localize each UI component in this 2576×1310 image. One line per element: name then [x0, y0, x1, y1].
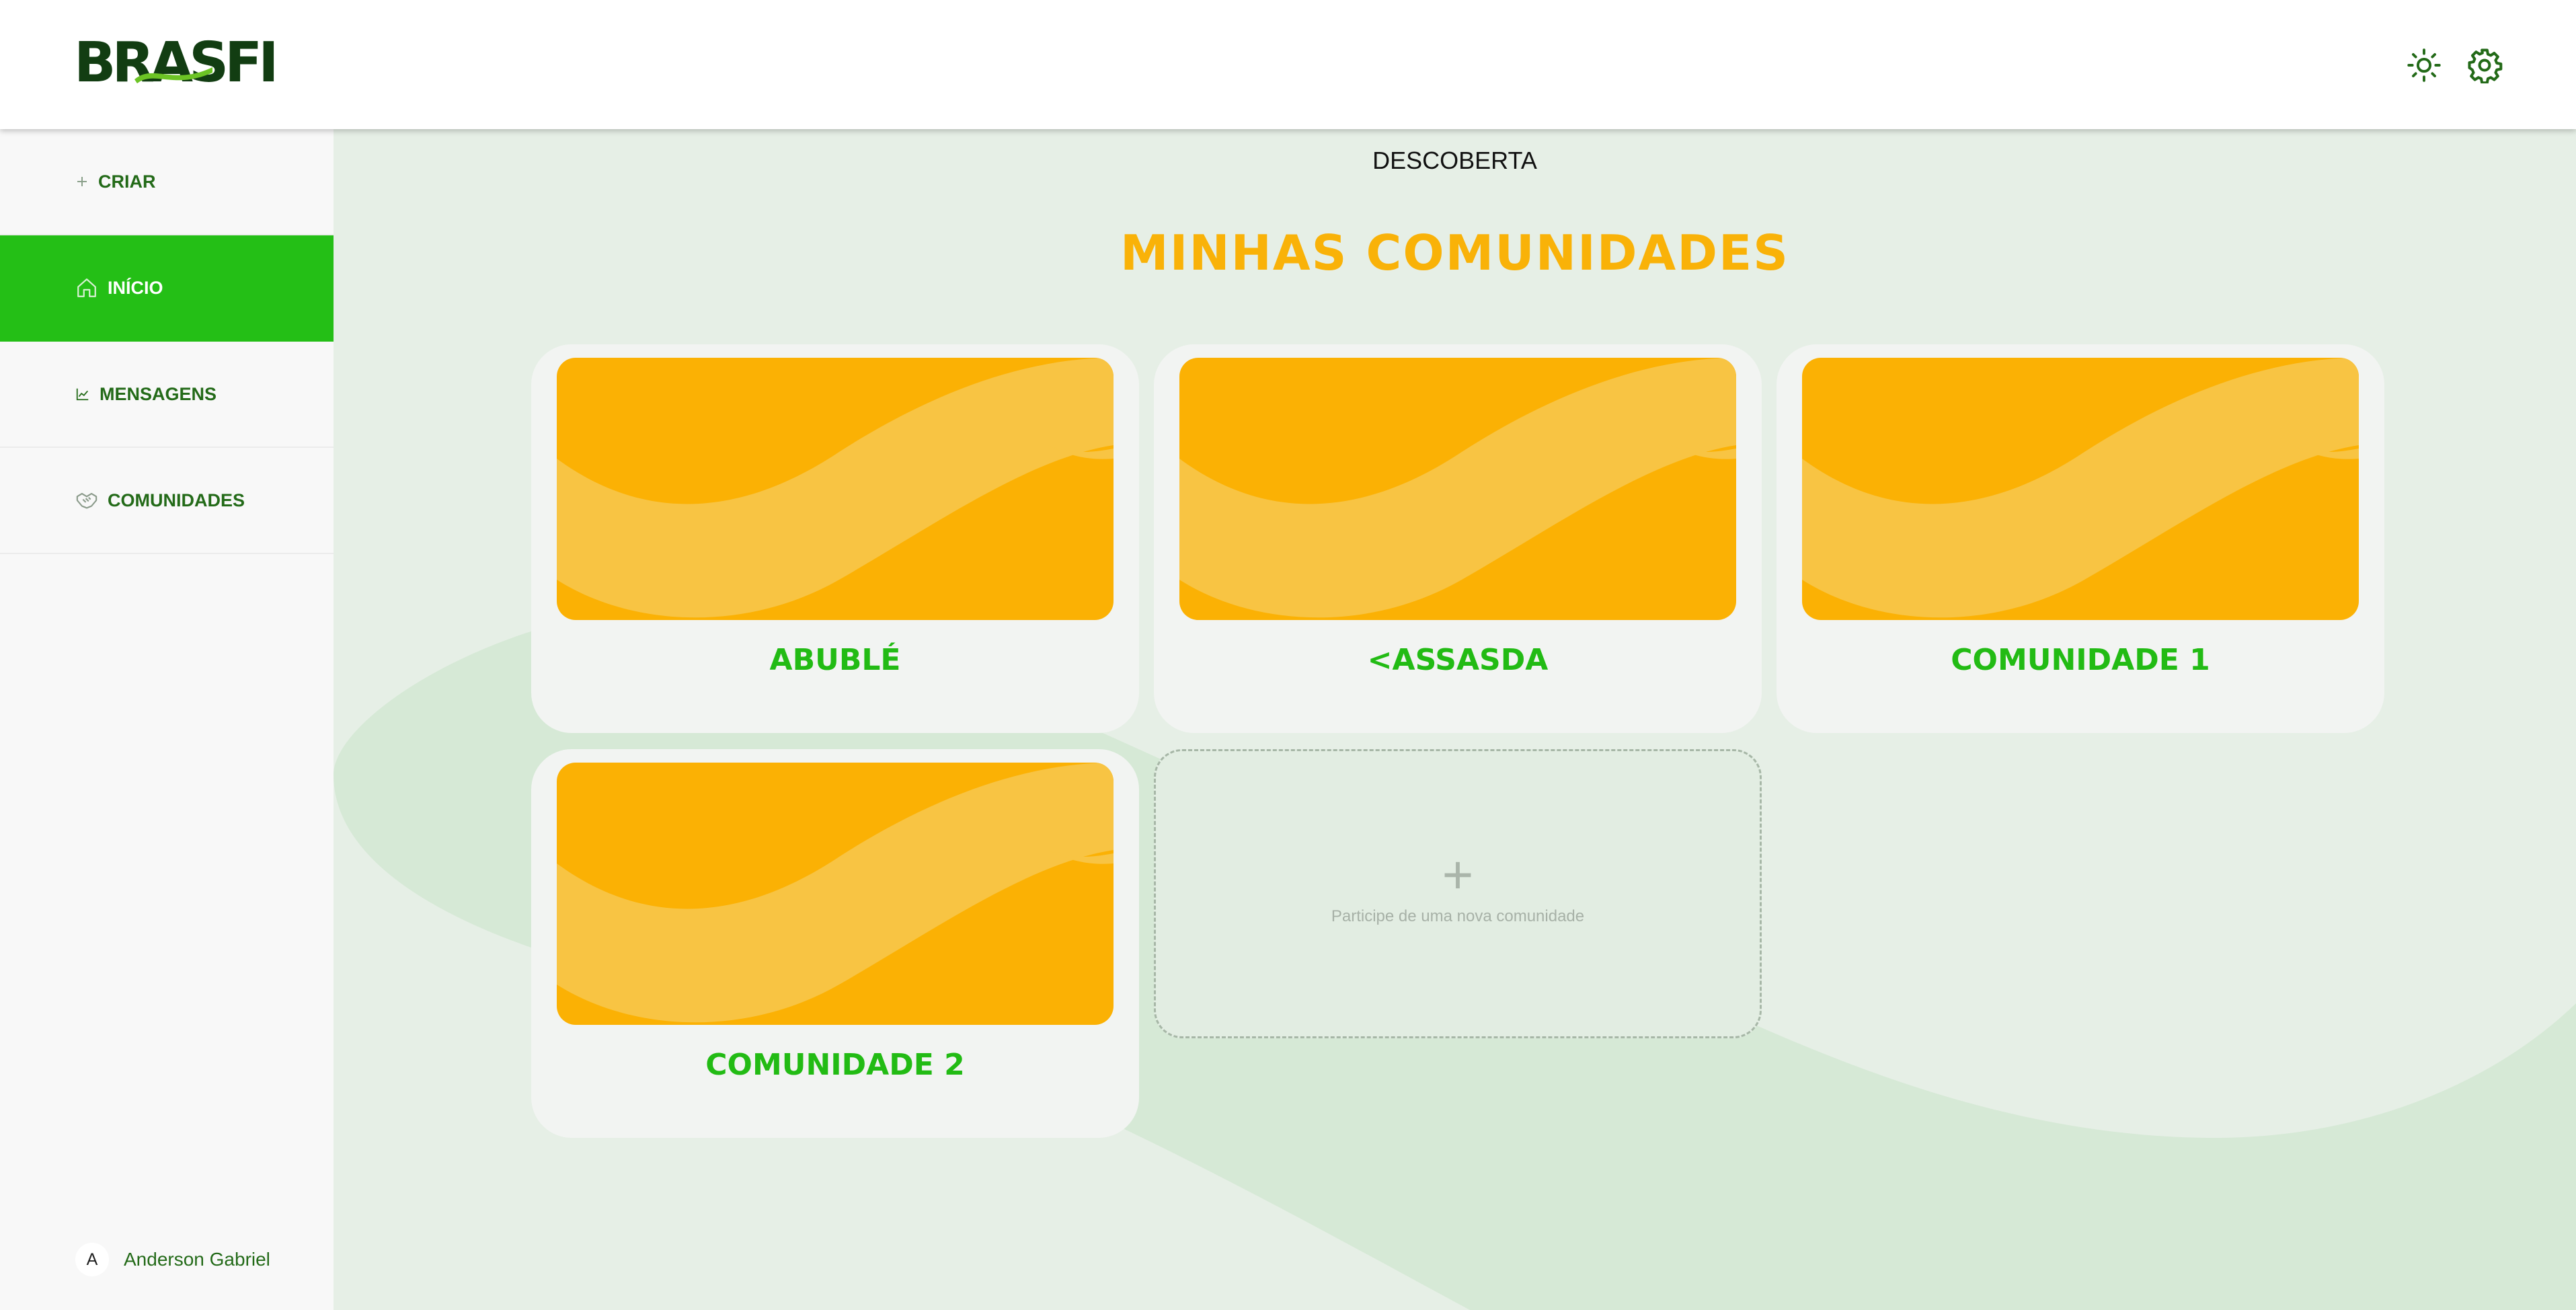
- discover-tab[interactable]: DESCOBERTA: [334, 147, 2576, 175]
- logo-swoosh-icon: [134, 67, 212, 83]
- join-community-card[interactable]: + Participe de uma nova comunidade: [1154, 749, 1762, 1038]
- brasfi-logo[interactable]: BRASFI: [74, 36, 279, 91]
- sidebar-item-label: COMUNIDADES: [108, 490, 245, 510]
- plus-icon: +: [1442, 845, 1474, 904]
- join-community-label: Participe de uma nova comunidade: [1331, 907, 1585, 925]
- home-icon: [75, 276, 98, 299]
- sidebar-item-criar[interactable]: CRIAR: [0, 129, 334, 235]
- community-card[interactable]: COMUNIDADE 2: [531, 749, 1139, 1138]
- chart-icon: [75, 387, 90, 401]
- user-profile[interactable]: A Anderson Gabriel: [75, 1243, 270, 1276]
- settings-button[interactable]: [2461, 42, 2508, 89]
- community-name: COMUNIDADE 1: [1951, 643, 2210, 677]
- community-card[interactable]: ABUBLÉ: [531, 344, 1139, 733]
- plus-icon: [75, 175, 89, 188]
- community-banner-image: [557, 358, 1114, 620]
- user-name: Anderson Gabriel: [124, 1249, 270, 1270]
- sidebar-item-label: CRIAR: [98, 171, 156, 192]
- sidebar-item-mensagens[interactable]: MENSAGENS: [0, 342, 334, 448]
- community-banner-image: [1179, 358, 1736, 620]
- community-banner-image: [557, 763, 1114, 1025]
- sidebar-item-inicio[interactable]: INÍCIO: [0, 235, 334, 342]
- top-header: BRASFI: [0, 0, 2576, 129]
- community-name: <ASSASDA: [1367, 643, 1549, 677]
- sidebar: CRIAR INÍCIO MENSAGENS COMUNIDADES A And…: [0, 129, 334, 1310]
- sun-icon: [2407, 48, 2441, 82]
- avatar: A: [75, 1243, 109, 1276]
- community-card[interactable]: <ASSASDA: [1154, 344, 1762, 733]
- community-name: ABUBLÉ: [769, 643, 901, 677]
- sidebar-item-comunidades[interactable]: COMUNIDADES: [0, 448, 334, 554]
- community-card[interactable]: COMUNIDADE 1: [1777, 344, 2384, 733]
- community-banner-image: [1802, 358, 2359, 620]
- main-content: DESCOBERTA MINHAS COMUNIDADES ABUBLÉ <AS…: [334, 129, 2576, 1310]
- gear-icon: [2468, 48, 2503, 83]
- sidebar-item-label: MENSAGENS: [100, 383, 217, 404]
- sidebar-item-label: INÍCIO: [108, 277, 163, 298]
- handshake-icon: [75, 489, 98, 512]
- community-name: COMUNIDADE 2: [705, 1048, 965, 1082]
- page-title: MINHAS COMUNIDADES: [1120, 225, 1790, 281]
- theme-toggle-button[interactable]: [2401, 42, 2448, 89]
